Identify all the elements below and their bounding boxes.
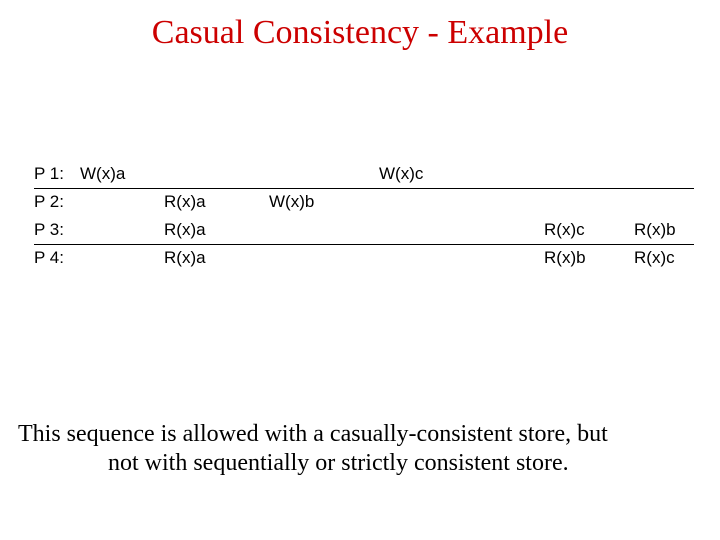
op: W(x)b (269, 188, 314, 216)
process-label: P 2: (34, 188, 64, 216)
caption: This sequence is allowed with a casually… (18, 420, 720, 478)
caption-line: not with sequentially or strictly consis… (18, 449, 720, 478)
table-row: P 1: W(x)a W(x)c (34, 160, 694, 188)
op: R(x)b (544, 244, 586, 272)
table-row: P 3: R(x)a R(x)c R(x)b (34, 216, 694, 244)
op: R(x)c (544, 216, 585, 244)
slide-title: Casual Consistency - Example (0, 0, 720, 52)
op: R(x)a (164, 244, 206, 272)
caption-line: This sequence is allowed with a casually… (18, 420, 720, 449)
op: W(x)a (80, 160, 125, 188)
slide: Casual Consistency - Example P 1: W(x)a … (0, 0, 720, 540)
timeline-table: P 1: W(x)a W(x)c P 2: R(x)a W(x)b P 3: R… (34, 160, 694, 272)
op: R(x)c (634, 244, 675, 272)
op: R(x)b (634, 216, 676, 244)
table-row: P 4: R(x)a R(x)b R(x)c (34, 244, 694, 272)
op: W(x)c (379, 160, 423, 188)
process-label: P 3: (34, 216, 64, 244)
process-label: P 4: (34, 244, 64, 272)
op: R(x)a (164, 188, 206, 216)
op: R(x)a (164, 216, 206, 244)
process-label: P 1: (34, 160, 64, 188)
table-row: P 2: R(x)a W(x)b (34, 188, 694, 216)
